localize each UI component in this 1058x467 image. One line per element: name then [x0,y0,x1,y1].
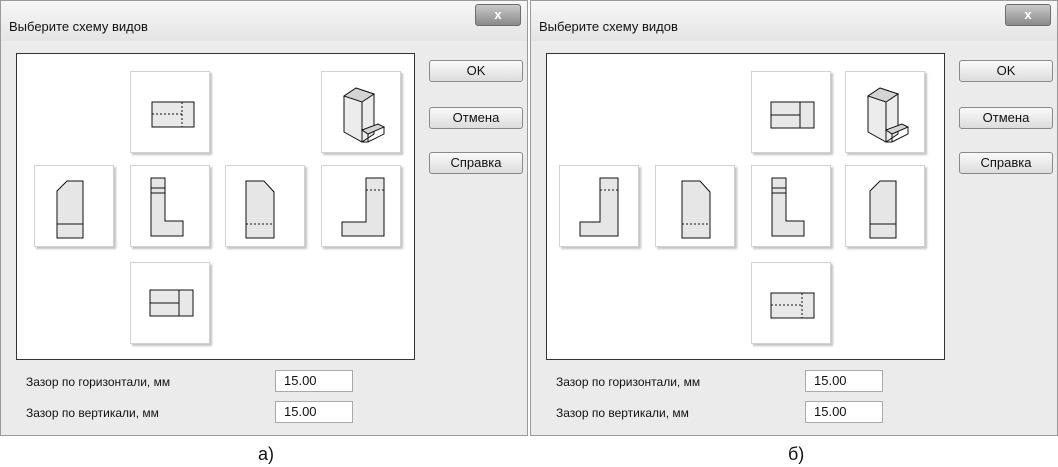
horizontal-gap-label: Зазор по горизонтали, мм [556,375,701,389]
rear-view-icon [245,180,275,239]
left-side-view-icon [579,177,619,237]
view-scheme-canvas [546,53,945,360]
view-bottom-tile[interactable] [130,262,210,344]
title-bar: Выберите схему видов x [1,1,527,41]
top-view-icon [151,101,195,128]
view-scheme-dialog-a: Выберите схему видов x OK Отмена Справка… [0,0,528,436]
help-button[interactable]: Справка [429,152,523,174]
right-side-view-icon [869,180,897,239]
dialog-title: Выберите схему видов [539,19,678,34]
front-view-icon [771,177,805,237]
title-bar: Выберите схему видов x [531,1,1057,41]
view-front-tile[interactable] [130,165,210,247]
view-right-side-tile[interactable] [845,165,925,247]
view-left-side-tile[interactable] [321,165,401,247]
front-view-icon [150,177,184,237]
close-button[interactable]: x [475,4,521,26]
close-button[interactable]: x [1005,4,1051,26]
dialog-title: Выберите схему видов [9,19,148,34]
horizontal-gap-input[interactable]: 15.00 [275,370,353,392]
bottom-view-icon [149,289,194,317]
view-right-side-tile[interactable] [34,165,114,247]
cancel-button[interactable]: Отмена [429,107,523,129]
rear-view-icon [681,180,711,239]
cancel-button[interactable]: Отмена [959,107,1053,129]
view-front-tile[interactable] [751,165,831,247]
view-top-tile[interactable] [751,262,831,344]
vertical-gap-input[interactable]: 15.00 [805,401,883,423]
view-scheme-dialog-b: Выберите схему видов x OK Отмена Справка… [530,0,1058,436]
ok-button[interactable]: OK [959,60,1053,82]
vertical-gap-label: Зазор по вертикали, мм [26,406,159,420]
help-button[interactable]: Справка [959,152,1053,174]
figure-caption-a: а) [258,444,275,464]
view-rear-tile[interactable] [655,165,735,247]
vertical-gap-input[interactable]: 15.00 [275,401,353,423]
view-isometric-tile[interactable] [321,71,401,153]
ok-button[interactable]: OK [429,60,523,82]
right-side-view-icon [56,180,84,239]
view-left-side-tile[interactable] [559,165,639,247]
isometric-view-icon [866,87,910,143]
view-rear-tile[interactable] [225,165,305,247]
isometric-view-icon [342,87,386,143]
view-top-tile[interactable] [130,71,210,153]
view-isometric-tile[interactable] [845,71,925,153]
horizontal-gap-label: Зазор по горизонтали, мм [26,375,171,389]
top-view-icon [770,292,815,319]
horizontal-gap-input[interactable]: 15.00 [805,370,883,392]
view-bottom-tile[interactable] [751,71,831,153]
bottom-view-icon [770,101,815,129]
vertical-gap-label: Зазор по вертикали, мм [556,406,689,420]
figure-caption-b: б) [788,444,805,464]
view-scheme-canvas [16,53,415,360]
left-side-view-icon [341,177,385,237]
